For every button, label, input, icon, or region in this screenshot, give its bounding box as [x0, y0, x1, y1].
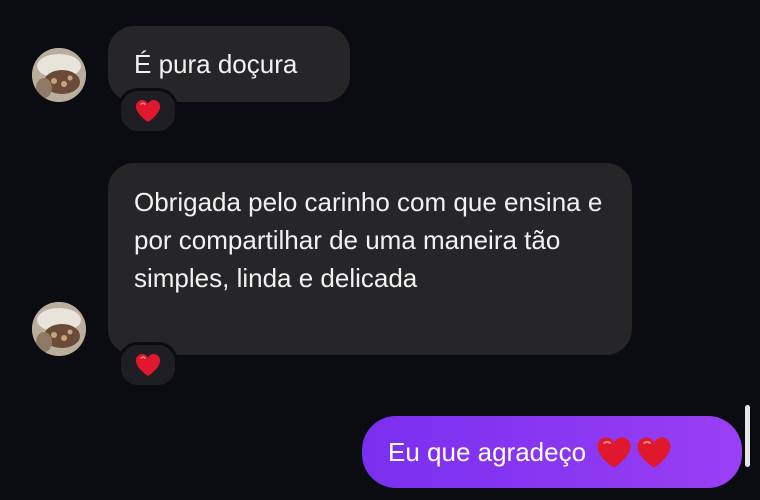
contact-avatar[interactable] [32, 48, 86, 102]
message-text: Obrigada pelo carinho com que ensina e p… [134, 187, 603, 293]
heart-icon [596, 436, 632, 469]
heart-icon [135, 353, 161, 377]
scrollbar-thumb[interactable] [745, 405, 750, 467]
contact-avatar[interactable] [32, 302, 86, 356]
message-bubble-incoming[interactable]: Obrigada pelo carinho com que ensina e p… [108, 163, 632, 355]
message-text: É pura doçura [134, 49, 298, 79]
heart-icon [135, 99, 161, 123]
message-bubble-outgoing[interactable]: Eu que agradeço [362, 416, 742, 488]
heart-icon [636, 436, 672, 469]
chat-thread: É pura doçura Obrigada pelo carinho com … [0, 0, 760, 500]
message-reaction[interactable] [118, 88, 178, 134]
message-reaction[interactable] [118, 342, 178, 388]
message-text: Eu que agradeço [388, 437, 587, 467]
